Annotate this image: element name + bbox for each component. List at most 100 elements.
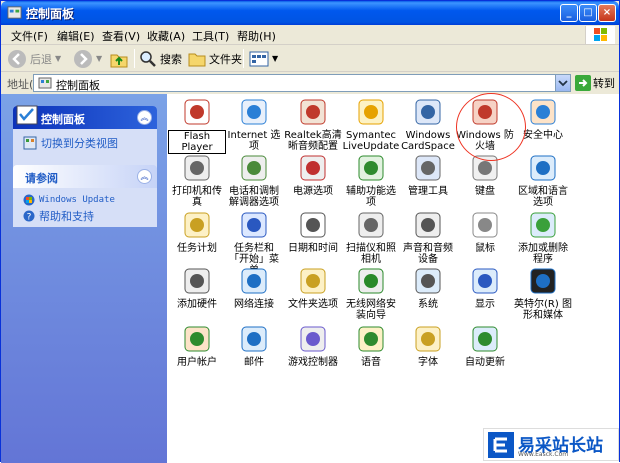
search-button[interactable]: 搜索 <box>139 48 182 69</box>
collapse-icon[interactable]: ︽ <box>137 169 152 184</box>
control-panel-item[interactable]: Windows CardSpace <box>399 96 457 152</box>
close-button[interactable]: × <box>598 4 616 22</box>
window-title: 控制面板 <box>26 7 75 21</box>
section-header[interactable]: 控制面板 ︽ <box>13 105 157 129</box>
control-panel-item[interactable]: Symantec LiveUpdate <box>342 96 400 152</box>
item-label: 英特尔(R) 图形和媒体 <box>514 299 572 321</box>
control-panel-item[interactable]: 鼠标 <box>456 209 514 254</box>
collapse-icon[interactable]: ︽ <box>137 110 152 125</box>
switch-category-view-link[interactable]: 切换到分类视图 <box>23 135 149 151</box>
control-panel-item[interactable]: 声音和音频设备 <box>399 209 457 265</box>
item-label: Realtek高清晰音频配置 <box>284 130 342 152</box>
users-icon <box>184 326 210 352</box>
accessibility-icon <box>358 155 384 181</box>
menu-edit[interactable]: 编辑(E) <box>57 28 95 44</box>
item-label: Flash Player <box>168 130 226 154</box>
category-view-icon <box>23 136 37 150</box>
control-panel-item[interactable]: 显示 <box>456 265 514 310</box>
menu-view[interactable]: 查看(V) <box>102 28 140 44</box>
address-value: 控制面板 <box>56 79 100 92</box>
control-panel-item[interactable]: 管理工具 <box>399 152 457 197</box>
menu-file[interactable]: 文件(F) <box>11 28 48 44</box>
item-label: 电话和调制解调器选项 <box>229 186 279 208</box>
control-panel-item[interactable]: 电源选项 <box>284 152 342 197</box>
go-button[interactable]: 转到 <box>575 74 617 92</box>
network-icon <box>241 268 267 294</box>
item-label: 辅助功能选项 <box>346 186 396 208</box>
address-dropdown-button[interactable] <box>555 75 570 91</box>
title-bar[interactable]: 控制面板 _ □ × <box>1 1 619 25</box>
toolbar-separator <box>243 49 244 68</box>
control-panel-item[interactable]: 电话和调制解调器选项 <box>225 152 283 208</box>
chevron-down-icon[interactable]: ▼ <box>96 54 102 63</box>
control-panel-item[interactable]: 英特尔(R) 图形和媒体 <box>514 265 572 321</box>
watermark-e-icon <box>488 432 514 458</box>
speaker-icon <box>415 212 441 238</box>
control-panel-item[interactable]: Internet 选项 <box>225 96 283 152</box>
liveupdate-icon <box>358 99 384 125</box>
folders-button[interactable]: 文件夹 <box>188 48 242 69</box>
power-icon <box>300 155 326 181</box>
control-panel-item[interactable]: 日期和时间 <box>284 209 342 254</box>
control-panel-item[interactable]: 辅助功能选项 <box>342 152 400 208</box>
gamepad-icon <box>300 326 326 352</box>
control-panel-item[interactable]: 用户帐户 <box>168 323 226 368</box>
back-label: 后退 <box>30 52 52 66</box>
control-panel-item[interactable]: Flash Player <box>168 96 226 154</box>
help-support-link[interactable]: ? 帮助和支持 <box>23 208 149 224</box>
toolbar-separator <box>134 49 135 68</box>
flash-icon <box>184 99 210 125</box>
menu-bar: 文件(F) 编辑(E) 查看(V) 收藏(A) 工具(T) 帮助(H) <box>1 25 619 45</box>
control-panel-item[interactable]: 任务计划 <box>168 209 226 254</box>
scheduled-tasks-icon <box>184 212 210 238</box>
admin-tools-icon <box>415 155 441 181</box>
address-input[interactable]: 控制面板 <box>33 74 571 92</box>
minimize-button[interactable]: _ <box>560 4 578 22</box>
control-panel-item[interactable]: 文件夹选项 <box>284 265 342 310</box>
control-panel-item[interactable]: 自动更新 <box>456 323 514 368</box>
menu-favorites[interactable]: 收藏(A) <box>147 28 185 44</box>
intel-graphics-icon <box>530 268 556 294</box>
section-header[interactable]: 请参阅 ︽ <box>13 165 157 188</box>
audio-config-icon <box>300 99 326 125</box>
wireless-icon <box>358 268 384 294</box>
back-button[interactable]: 后退 ▼ <box>7 48 61 69</box>
folders-label: 文件夹 <box>209 52 242 66</box>
item-label: 文件夹选项 <box>288 299 338 310</box>
control-panel-item[interactable]: 扫描仪和照相机 <box>342 209 400 265</box>
control-panel-item[interactable]: Realtek高清晰音频配置 <box>284 96 342 152</box>
add-remove-icon <box>530 212 556 238</box>
item-label: Windows CardSpace <box>401 130 455 152</box>
forward-button[interactable]: ▼ <box>73 48 102 69</box>
control-panel-item[interactable]: 系统 <box>399 265 457 310</box>
control-panel-item[interactable]: 区域和语言选项 <box>514 152 572 208</box>
mouse-icon <box>472 212 498 238</box>
control-panel-item[interactable]: 游戏控制器 <box>284 323 342 368</box>
windows-update-link[interactable]: Windows Update <box>23 192 149 208</box>
menu-tools[interactable]: 工具(T) <box>192 28 229 44</box>
clock-icon <box>300 212 326 238</box>
fonts-icon <box>415 326 441 352</box>
maximize-button[interactable]: □ <box>579 4 597 22</box>
control-panel-item[interactable]: 无线网络安装向导 <box>342 265 400 321</box>
up-folder-button[interactable] <box>109 48 129 69</box>
control-panel-item[interactable]: 添加或删除程序 <box>514 209 572 265</box>
system-icon <box>415 268 441 294</box>
control-panel-item[interactable]: 打印机和传真 <box>168 152 226 208</box>
address-bar: 地址(D) 控制面板 转到 <box>1 72 619 94</box>
item-label: 鼠标 <box>475 243 495 254</box>
menu-help[interactable]: 帮助(H) <box>237 28 276 44</box>
control-panel-item[interactable]: 语音 <box>342 323 400 368</box>
control-panel-item[interactable]: 字体 <box>399 323 457 368</box>
item-label: 管理工具 <box>408 186 448 197</box>
control-panel-item[interactable]: 添加硬件 <box>168 265 226 310</box>
control-panel-item[interactable]: 邮件 <box>225 323 283 368</box>
speech-icon <box>358 326 384 352</box>
chevron-down-icon[interactable]: ▼ <box>55 54 61 63</box>
highlight-circle <box>456 93 526 161</box>
item-label: 无线网络安装向导 <box>346 299 396 321</box>
views-button[interactable]: ▼ <box>249 48 278 69</box>
chevron-down-icon[interactable]: ▼ <box>272 54 278 63</box>
control-panel-item[interactable]: 网络连接 <box>225 265 283 310</box>
add-hardware-icon <box>184 268 210 294</box>
